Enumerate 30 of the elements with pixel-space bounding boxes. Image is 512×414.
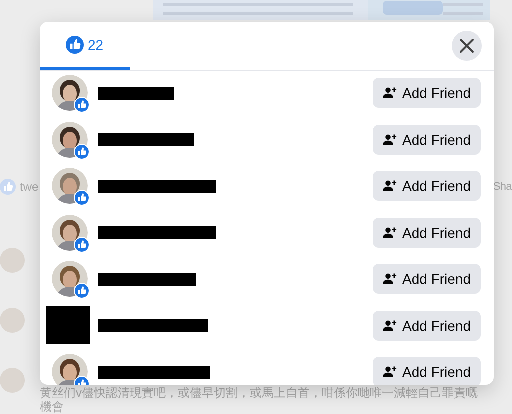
add-person-icon xyxy=(382,365,397,379)
add-friend-button[interactable]: Add Friend xyxy=(372,357,481,385)
likes-tab[interactable]: 22 xyxy=(40,23,130,70)
like-icon xyxy=(0,179,16,195)
add-person-icon xyxy=(382,179,397,193)
add-person-icon xyxy=(382,318,397,332)
add-friend-button[interactable]: Add Friend xyxy=(372,310,481,340)
add-friend-button[interactable]: Add Friend xyxy=(372,171,481,201)
commenter-avatar xyxy=(0,308,25,333)
close-icon xyxy=(457,36,477,56)
redaction-block xyxy=(46,306,90,344)
add-friend-button[interactable]: Add Friend xyxy=(372,218,481,248)
commenter-avatar xyxy=(0,368,25,393)
add-person-icon xyxy=(382,272,397,286)
like-icon xyxy=(74,144,90,160)
add-friend-button[interactable]: Add Friend xyxy=(372,78,481,108)
add-friend-button[interactable]: Add Friend xyxy=(372,264,481,294)
comment-text: 黄丝们v儘快認清現實吧，或儘早切割，或馬上自首，咁係你哋唯一減輕自己罪責嘅機會 xyxy=(40,386,479,414)
commenter-avatar xyxy=(0,248,25,273)
like-icon xyxy=(74,190,90,206)
add-person-icon xyxy=(382,86,397,100)
close-button[interactable] xyxy=(452,31,482,61)
like-icon xyxy=(74,236,90,252)
add-person-icon xyxy=(382,132,397,146)
like-icon xyxy=(74,97,90,113)
like-icon xyxy=(74,283,90,299)
add-person-icon xyxy=(382,226,397,240)
like-icon xyxy=(66,36,84,54)
avatar-icon[interactable] xyxy=(52,354,88,385)
add-friend-button[interactable]: Add Friend xyxy=(372,124,481,154)
